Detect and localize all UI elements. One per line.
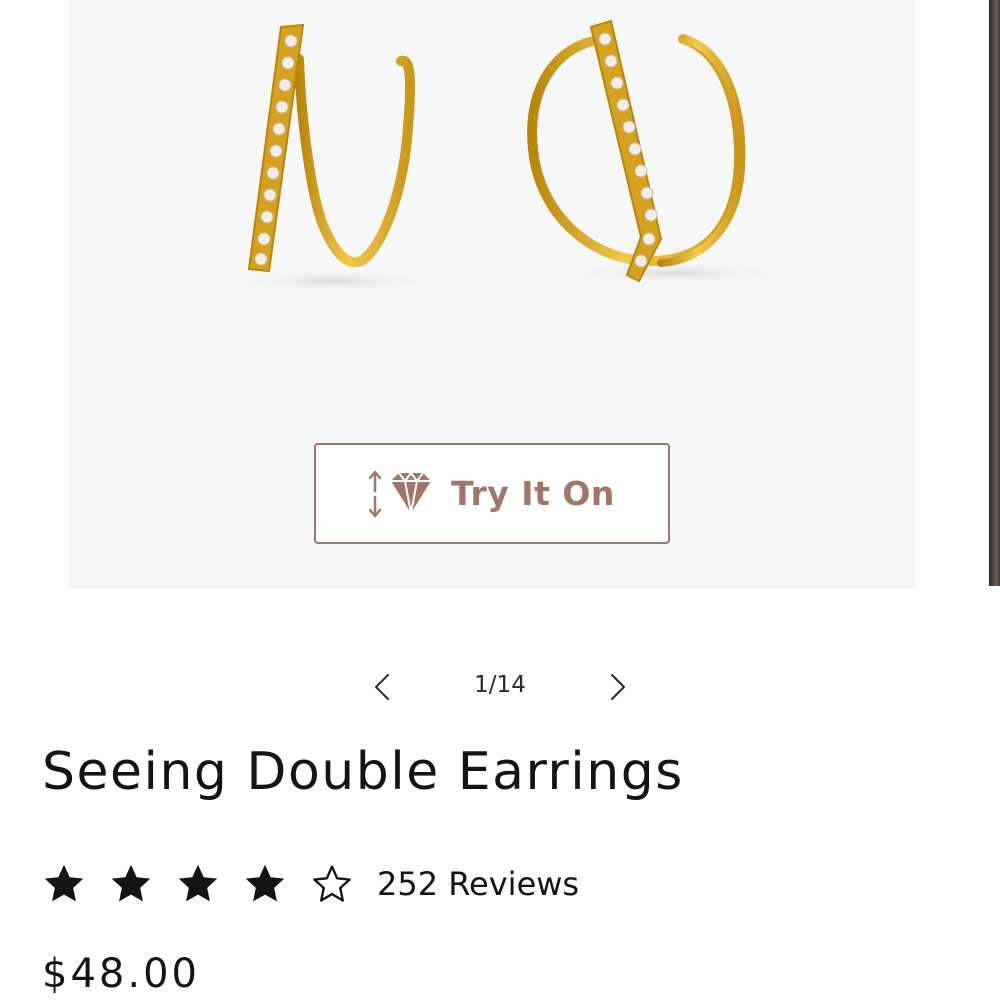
product-title: Seeing Double Earrings <box>42 742 684 802</box>
gallery-pager: 1/14 <box>360 664 640 710</box>
star-empty-icon <box>313 865 351 902</box>
star-filled-icon <box>245 864 285 902</box>
try-it-on-label: Try It On <box>451 474 615 513</box>
try-it-on-button[interactable]: Try It On <box>314 443 670 544</box>
next-slide-preview[interactable] <box>989 0 1000 586</box>
product-page: Try It On 1/14 Seeing Double Earrings 25… <box>0 0 1000 1000</box>
try-on-diamond-icon <box>369 470 432 517</box>
chevron-right-icon[interactable] <box>600 670 634 704</box>
star-filled-icon <box>178 864 218 902</box>
chevron-left-icon[interactable] <box>366 670 400 704</box>
gallery-page-counter: 1/14 <box>474 672 526 698</box>
star-filled-icon <box>111 864 151 902</box>
star-filled-icon <box>44 864 84 902</box>
reviews-link[interactable]: 252 Reviews <box>377 865 579 903</box>
product-price: $48.00 <box>42 951 200 997</box>
product-photo <box>223 19 796 293</box>
product-rating[interactable]: 252 Reviews <box>42 858 579 910</box>
